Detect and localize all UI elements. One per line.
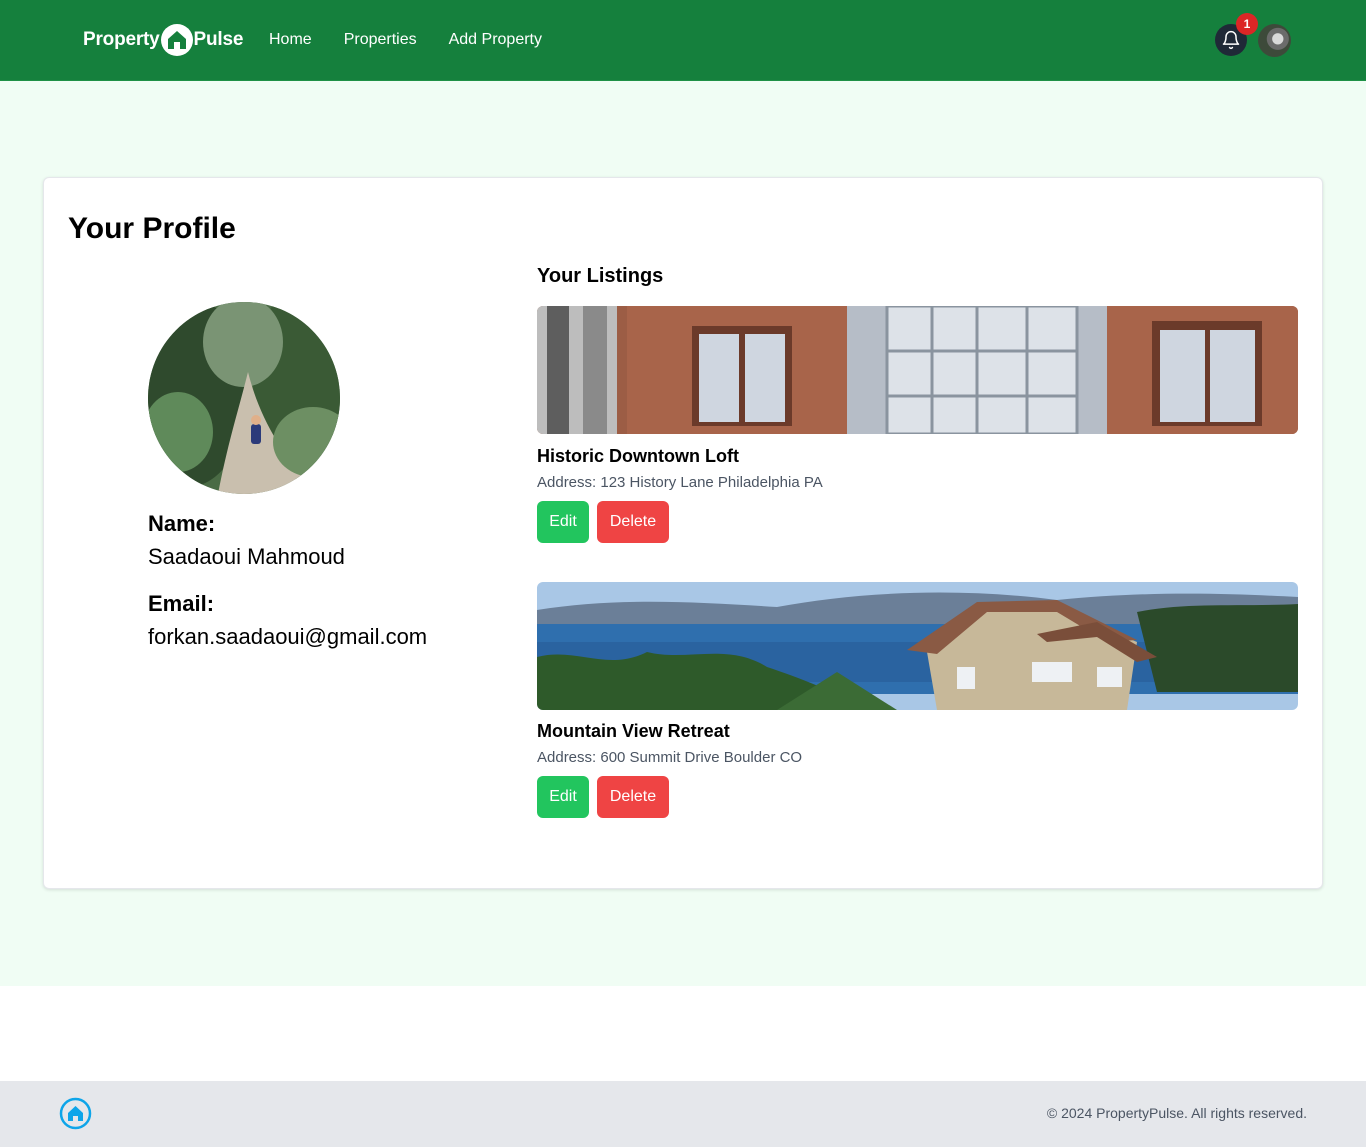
- notifications-button[interactable]: 1: [1215, 13, 1258, 56]
- profile-image: [148, 302, 340, 494]
- email-label: Email:: [148, 591, 215, 616]
- page-title: Your Profile: [68, 212, 236, 245]
- listing-address: Address: 123 History Lane Philadelphia P…: [537, 474, 823, 491]
- navbar: Property Pulse Home Properties Add Prope…: [0, 0, 1366, 81]
- brand-name-part2: Pulse: [193, 29, 244, 50]
- brand-name-part1: Property: [83, 29, 160, 50]
- name-value: Saadaoui Mahmoud: [148, 544, 345, 569]
- listing-image[interactable]: [537, 582, 1298, 710]
- copyright-text: © 2024 PropertyPulse. All rights reserve…: [1046, 1105, 1307, 1121]
- main-content: Your Profile Name: Saadaoui Mahmoud Emai…: [0, 81, 1366, 986]
- delete-button[interactable]: Delete: [597, 501, 669, 543]
- brand-logo[interactable]: Property Pulse: [83, 22, 243, 58]
- edit-button[interactable]: Edit: [537, 501, 589, 543]
- notification-count-badge: 1: [1236, 13, 1258, 35]
- listing-image[interactable]: [537, 306, 1298, 434]
- bell-icon: [1222, 30, 1240, 50]
- house-icon[interactable]: [59, 1097, 92, 1130]
- nav-link-properties[interactable]: Properties: [328, 26, 433, 54]
- house-icon: [160, 24, 193, 56]
- user-avatar-button[interactable]: [1258, 24, 1291, 57]
- edit-button[interactable]: Edit: [537, 776, 589, 818]
- footer: © 2024 PropertyPulse. All rights reserve…: [0, 1081, 1366, 1147]
- nav-links: Home Properties Add Property: [253, 26, 558, 54]
- name-label: Name:: [148, 511, 216, 536]
- listings-title: Your Listings: [537, 265, 664, 287]
- delete-button[interactable]: Delete: [597, 776, 669, 818]
- email-value: forkan.saadaoui@gmail.com: [148, 624, 428, 649]
- nav-link-add-property[interactable]: Add Property: [433, 26, 558, 54]
- nav-link-home[interactable]: Home: [253, 26, 328, 54]
- profile-card: Your Profile Name: Saadaoui Mahmoud Emai…: [43, 177, 1323, 889]
- listing-address: Address: 600 Summit Drive Boulder CO: [537, 749, 803, 766]
- listing-name: Historic Downtown Loft: [537, 446, 739, 466]
- listing-name: Mountain View Retreat: [537, 721, 730, 741]
